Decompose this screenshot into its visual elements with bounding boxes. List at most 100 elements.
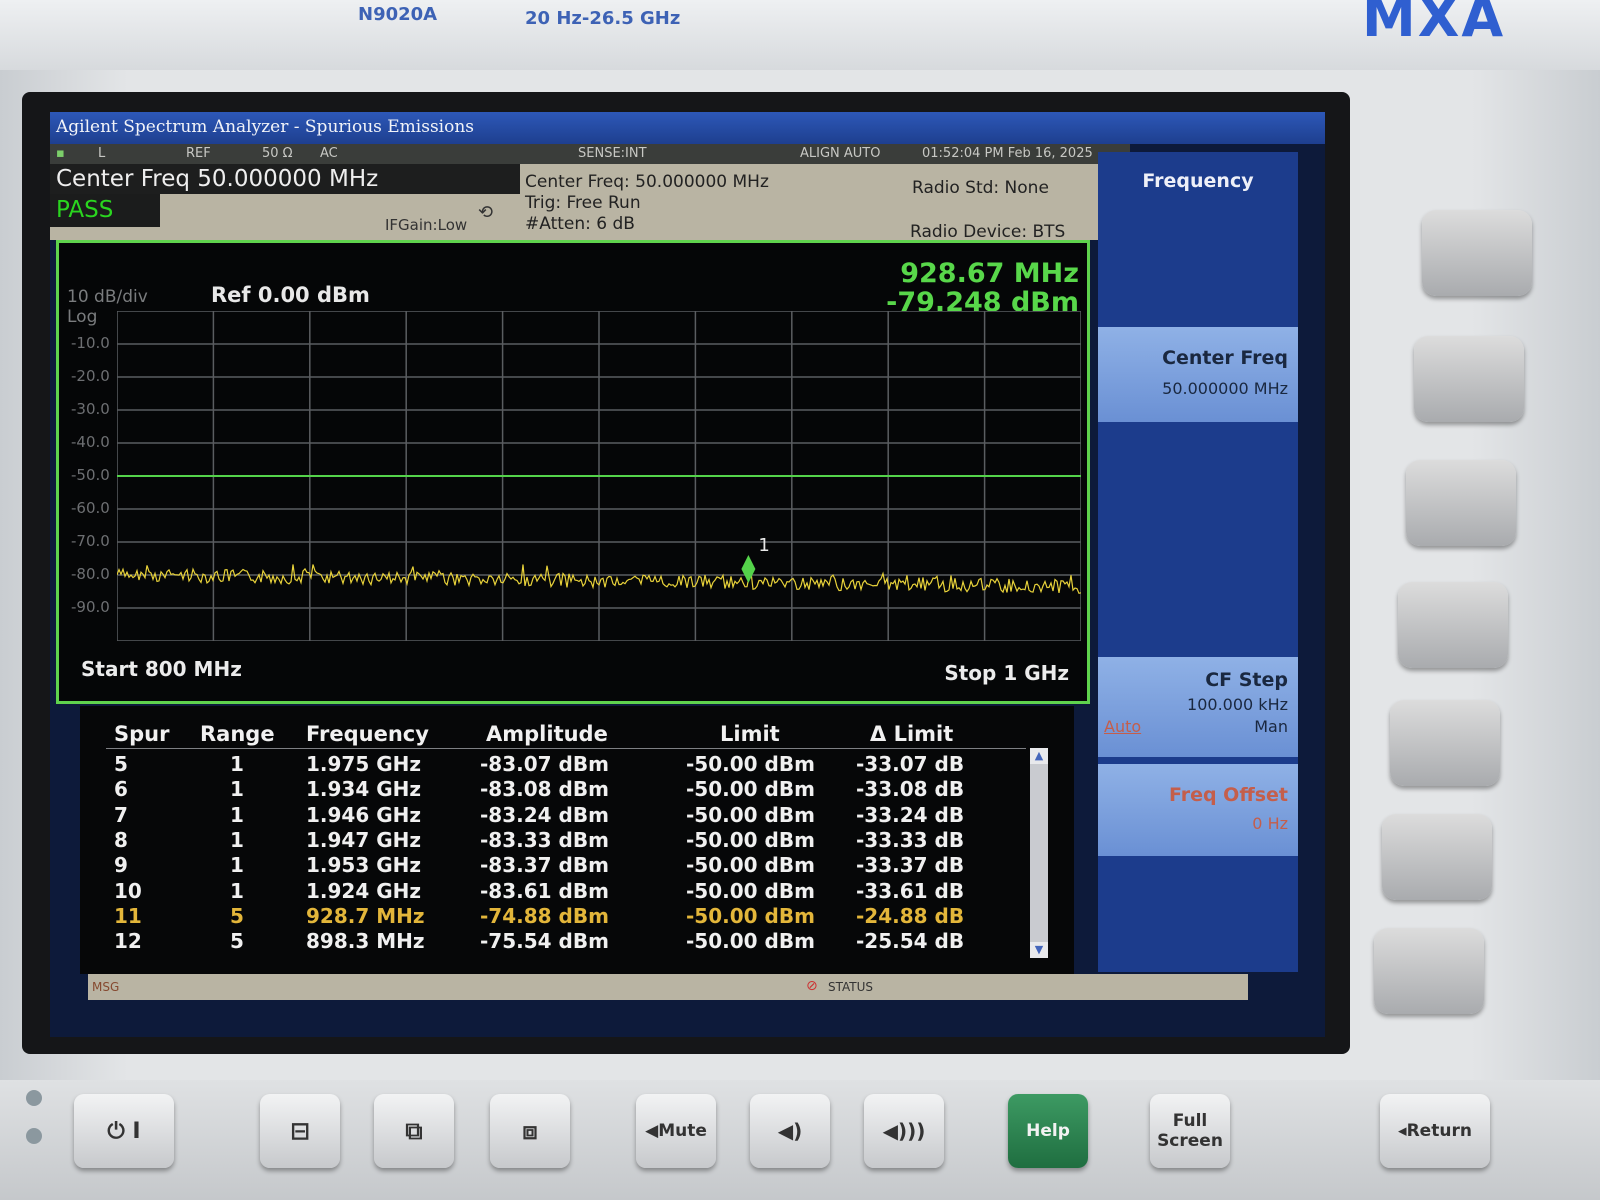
next-window-icon: ⧈: [522, 1117, 538, 1145]
softkey-center-freq[interactable]: Center Freq 50.000000 MHz: [1098, 327, 1298, 422]
return-button[interactable]: ◂ Return: [1380, 1094, 1490, 1168]
table-row[interactable]: 8 1 1.947 GHz -83.33 dBm -50.00 dBm -33.33 dB: [80, 828, 1074, 853]
cell-dlimit: -24.88 dB: [856, 903, 965, 928]
help-label: Help: [1026, 1121, 1070, 1141]
softkey-menu-title: Frequency: [1142, 170, 1254, 192]
info-atten: #Atten: 6 dB: [525, 214, 635, 234]
softkey-cf-step[interactable]: CF Step 100.000 kHz Auto Man: [1098, 657, 1298, 757]
cell-spur: 7: [114, 802, 128, 827]
scroll-down-icon[interactable]: ▼: [1030, 942, 1048, 958]
softkey-freq-offset[interactable]: Freq Offset 0 Hz: [1098, 764, 1298, 856]
status-lxi-icon: ▪: [56, 146, 65, 161]
cell-limit: -50.00 dBm: [686, 752, 815, 776]
col-header-range: Range: [200, 722, 275, 746]
table-row[interactable]: 5 1 1.975 GHz -83.07 dBm -50.00 dBm -33.07 dB: [80, 752, 1074, 777]
table-row[interactable]: 6 1 1.934 GHz -83.08 dBm -50.00 dBm -33.08 dB: [80, 777, 1074, 802]
cell-amp: -75.54 dBm: [480, 929, 609, 954]
table-scrollbar[interactable]: ▲ ▼: [1030, 748, 1048, 958]
marker-readout: 928.67 MHz -79.248 dBm: [886, 259, 1079, 317]
scale-per-div: 10 dB/div: [67, 287, 148, 307]
cell-freq: 1.924 GHz: [306, 878, 422, 903]
cell-spur: 6: [114, 777, 128, 802]
softkey-freq-offset-label: Freq Offset: [1168, 784, 1288, 806]
return-arrow-icon: ◂: [1398, 1121, 1407, 1141]
status-ref: REF: [186, 146, 211, 161]
info-center-freq: Center Freq: 50.000000 MHz: [525, 172, 769, 192]
pass-indicator: PASS: [50, 194, 160, 227]
y-tick-label: -30.0: [71, 400, 110, 418]
table-row[interactable]: 7 1 1.946 GHz -83.24 dBm -50.00 dBm -33.24 dB: [80, 803, 1074, 828]
help-button[interactable]: Help: [1008, 1094, 1088, 1168]
cell-limit: -50.00 dBm: [686, 929, 815, 954]
cell-dlimit: -25.54 dB: [856, 929, 965, 954]
cell-limit: -50.00 dBm: [686, 853, 815, 878]
cell-spur: 8: [114, 827, 128, 852]
stop-frequency: Stop 1 GHz: [944, 661, 1069, 685]
scroll-up-icon[interactable]: ▲: [1030, 748, 1048, 764]
power-button[interactable]: ⏻ I: [74, 1094, 174, 1168]
volume-up-button[interactable]: ◀))): [864, 1094, 944, 1168]
cell-spur: 10: [114, 878, 142, 903]
status-coupling: AC: [320, 146, 338, 161]
center-freq-readout[interactable]: Center Freq 50.000000 MHz: [50, 164, 520, 194]
cell-amp: -83.37 dBm: [480, 853, 609, 878]
cell-dlimit: -33.33 dB: [856, 827, 965, 852]
cell-dlimit: -33.24 dB: [856, 802, 965, 827]
hw-softkey-5[interactable]: [1390, 700, 1500, 786]
status-align: ALIGN AUTO: [800, 146, 881, 161]
spectrum-plot[interactable]: 10 dB/div Log Ref 0.00 dBm 928.67 MHz -7…: [56, 240, 1090, 704]
hw-softkey-6[interactable]: [1382, 814, 1492, 900]
start-frequency: Start 800 MHz: [81, 657, 242, 681]
cell-amp: -83.33 dBm: [480, 827, 609, 852]
mute-button[interactable]: ◀ Mute: [636, 1094, 716, 1168]
table-row[interactable]: 11 5 928.7 MHz -74.88 dBm -50.00 dBm -24.88 d…: [80, 904, 1074, 929]
mute-label: Mute: [658, 1121, 707, 1141]
cell-spur: 12: [114, 929, 142, 954]
marker-frequency: 928.67 MHz: [900, 258, 1079, 289]
table-row[interactable]: 10 1 1.924 GHz -83.61 dBm -50.00 dBm -33.61 d…: [80, 879, 1074, 904]
y-tick-label: -10.0: [71, 334, 110, 352]
table-row[interactable]: 12 5 898.3 MHz -75.54 dBm -50.00 dBm -25.54 d…: [80, 929, 1074, 954]
y-tick-label: -90.0: [71, 598, 110, 616]
col-header-delta-limit: Δ Limit: [870, 722, 954, 746]
cell-range: 1: [230, 853, 244, 878]
table-row[interactable]: 9 1 1.953 GHz -83.37 dBm -50.00 dBm -33.37 dB: [80, 853, 1074, 878]
hw-softkey-3[interactable]: [1406, 460, 1516, 546]
cell-limit: -50.00 dBm: [686, 827, 815, 852]
marker-1-label: 1: [758, 535, 769, 556]
volume-down-button[interactable]: ◀): [750, 1094, 830, 1168]
cell-range: 1: [230, 878, 244, 903]
split-screen-icon: ⊟: [289, 1117, 311, 1145]
hw-softkey-7[interactable]: [1374, 928, 1484, 1014]
hw-softkey-2[interactable]: [1414, 336, 1524, 422]
softkey-panel: Frequency Center Freq 50.000000 MHz CF S…: [1098, 152, 1298, 972]
hw-softkey-4[interactable]: [1398, 582, 1508, 668]
hw-softkey-1[interactable]: [1422, 210, 1532, 296]
cell-dlimit: -33.37 dB: [856, 853, 965, 878]
zoom-window-icon: ⧉: [405, 1117, 423, 1145]
brand-logo: MXA: [1362, 0, 1506, 49]
speaker-mute-icon: ◀: [645, 1121, 659, 1141]
msg-label: MSG: [92, 980, 120, 994]
softkey-cf-step-auto: Auto: [1104, 717, 1142, 736]
y-tick-label: -50.0: [71, 466, 110, 484]
full-screen-button[interactable]: Full Screen: [1150, 1094, 1230, 1168]
cell-freq: 1.975 GHz: [306, 752, 422, 776]
y-tick-label: -40.0: [71, 433, 110, 451]
softkey-center-freq-value: 50.000000 MHz: [1162, 379, 1288, 398]
table-header-divider: [106, 748, 1026, 749]
layout-split-button[interactable]: ⊟: [260, 1094, 340, 1168]
radio-device: Radio Device: BTS: [910, 222, 1066, 242]
marker-1-icon[interactable]: [741, 555, 756, 583]
info-trigger: Trig: Free Run: [525, 193, 641, 213]
softkey-cf-step-label: CF Step: [1205, 669, 1288, 691]
cell-spur: 9: [114, 853, 128, 878]
cell-range: 1: [230, 802, 244, 827]
next-window-button[interactable]: ⧈: [490, 1094, 570, 1168]
cell-freq: 928.7 MHz: [306, 903, 425, 928]
softkey-cf-step-value: 100.000 kHz: [1187, 695, 1288, 714]
zoom-window-button[interactable]: ⧉: [374, 1094, 454, 1168]
spectrum-trace-area[interactable]: 1: [117, 311, 1081, 641]
spur-table: Spur Range Frequency Amplitude Limit Δ L…: [80, 706, 1074, 974]
ref-level: Ref 0.00 dBm: [211, 283, 370, 307]
